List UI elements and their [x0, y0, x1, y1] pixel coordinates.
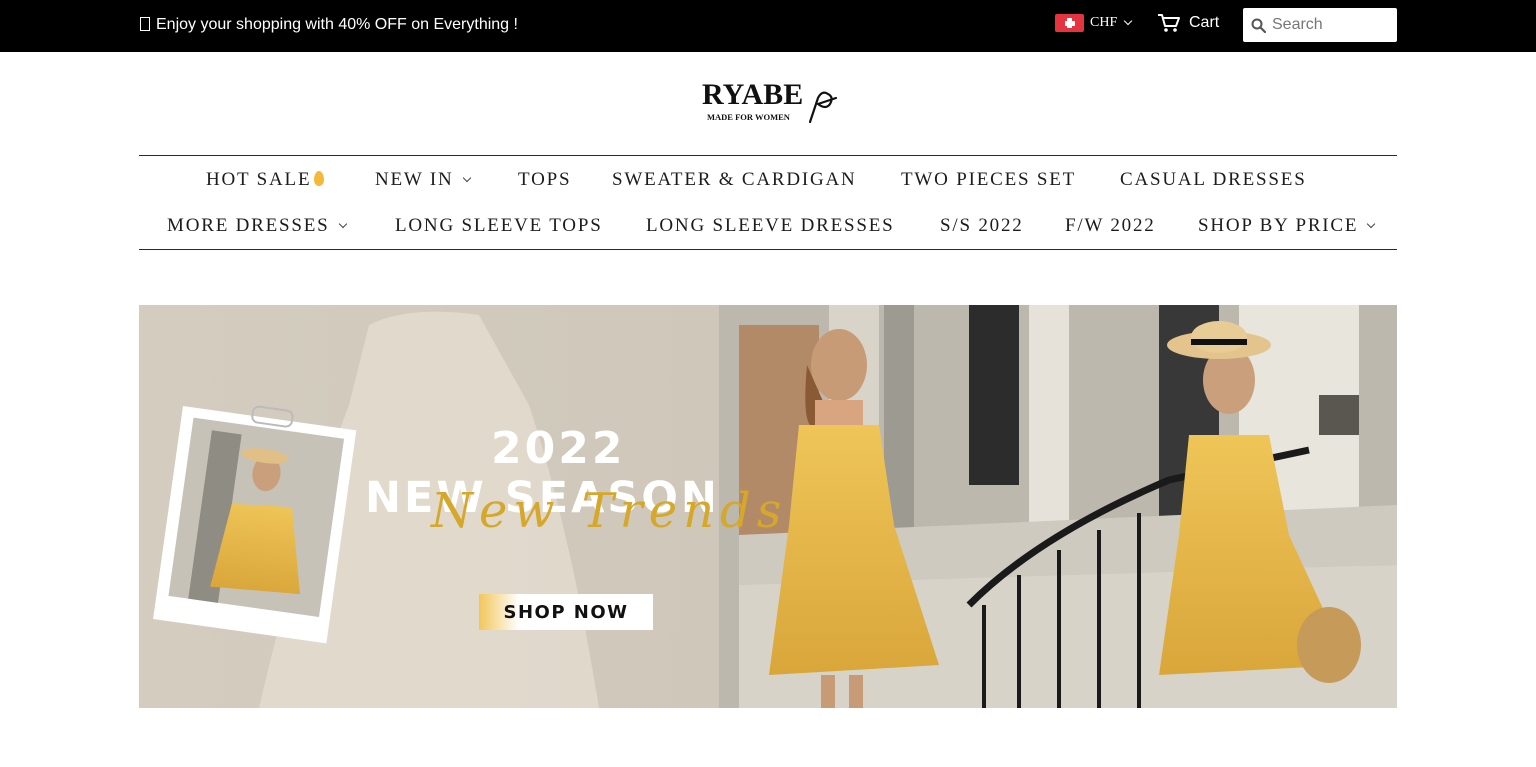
nav-row-1: HOT SALE NEW IN TOPS SWEATER & CARDIGAN …: [139, 169, 1397, 191]
nav-item-label: NEW IN: [375, 169, 454, 190]
switzerland-flag-icon: [1055, 14, 1084, 32]
nav-item-tops[interactable]: TOPS: [518, 169, 571, 191]
cart-label: Cart: [1189, 14, 1220, 31]
logo-wordmark: RYABE: [702, 78, 804, 111]
chevron-down-icon: [338, 219, 347, 229]
heart-outline-icon: [808, 91, 838, 124]
nav-item-label: CASUAL DRESSES: [1120, 169, 1307, 190]
logo-tagline: MADE FOR WOMEN: [707, 112, 790, 122]
currency-selector[interactable]: CHF: [1055, 13, 1133, 33]
hero-script-tagline: New Trends: [431, 483, 788, 539]
nav-item-shop-by-price[interactable]: SHOP BY PRICE: [1198, 215, 1376, 237]
brand-logo[interactable]: RYABE MADE FOR WOMEN: [700, 78, 840, 128]
nav-item-label: SHOP BY PRICE: [1198, 215, 1359, 236]
nav-item-label: SWEATER & CARDIGAN: [612, 169, 857, 190]
nav-item-new-in[interactable]: NEW IN: [375, 169, 471, 191]
nav-item-long-sleeve-dresses[interactable]: LONG SLEEVE DRESSES: [646, 215, 895, 237]
nav-item-label: HOT SALE: [206, 169, 312, 190]
search-box[interactable]: [1243, 8, 1397, 42]
search-icon: [1251, 18, 1266, 33]
nav-item-label: TOPS: [518, 169, 572, 190]
chevron-down-icon: [1367, 219, 1376, 229]
cart-link[interactable]: Cart: [1157, 13, 1219, 33]
chevron-down-icon: [1123, 16, 1133, 26]
cart-icon: [1158, 14, 1180, 32]
shop-now-label: SHOP NOW: [503, 601, 629, 623]
chevron-down-icon: [462, 173, 471, 183]
nav-item-two-pieces-set[interactable]: TWO PIECES SET: [901, 169, 1076, 191]
flame-icon: [314, 171, 325, 186]
announcement: Enjoy your shopping with 40% OFF on Ever…: [140, 15, 518, 35]
hero-banner[interactable]: 2022 NEW SEASON New Trends SHOP NOW: [139, 305, 1397, 708]
missing-glyph-icon: [140, 17, 150, 31]
nav-item-label: F/W 2022: [1065, 215, 1156, 236]
nav-item-fw-2022[interactable]: F/W 2022: [1065, 215, 1156, 237]
currency-code: CHF: [1090, 15, 1118, 30]
announcement-text: Enjoy your shopping with 40% OFF on Ever…: [156, 16, 518, 33]
nav-item-sweater-cardigan[interactable]: SWEATER & CARDIGAN: [612, 169, 857, 191]
search-input[interactable]: [1272, 16, 1390, 34]
nav-item-long-sleeve-tops[interactable]: LONG SLEEVE TOPS: [395, 215, 603, 237]
nav-item-more-dresses[interactable]: MORE DRESSES: [167, 215, 347, 237]
nav-item-label: LONG SLEEVE TOPS: [395, 215, 603, 236]
hero-year: 2022: [491, 423, 626, 474]
shop-now-button[interactable]: SHOP NOW: [479, 594, 653, 630]
nav-item-label: MORE DRESSES: [167, 215, 330, 236]
nav-item-hot-sale[interactable]: HOT SALE: [206, 169, 325, 191]
nav-item-ss-2022[interactable]: S/S 2022: [940, 215, 1024, 237]
announcement-bar: Enjoy your shopping with 40% OFF on Ever…: [0, 0, 1536, 52]
nav-row-2: MORE DRESSES LONG SLEEVE TOPS LONG SLEEV…: [139, 215, 1397, 237]
nav-item-label: TWO PIECES SET: [901, 169, 1077, 190]
nav-item-casual-dresses[interactable]: CASUAL DRESSES: [1120, 169, 1307, 191]
main-navigation: HOT SALE NEW IN TOPS SWEATER & CARDIGAN …: [139, 155, 1397, 250]
nav-item-label: LONG SLEEVE DRESSES: [646, 215, 895, 236]
nav-item-label: S/S 2022: [940, 215, 1024, 236]
